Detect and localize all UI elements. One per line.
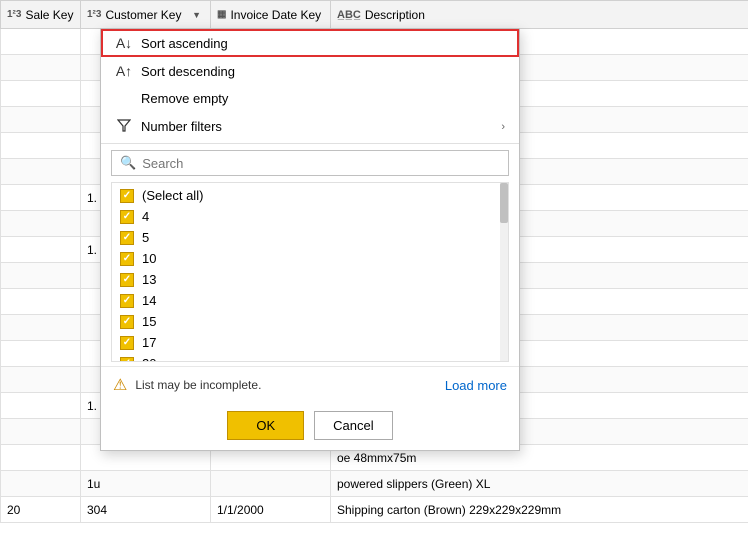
action-buttons: OK Cancel <box>101 403 519 450</box>
ok-button[interactable]: OK <box>227 411 304 440</box>
filter-dropdown: A↓ Sort ascending A↑ Sort descending Rem… <box>100 28 520 451</box>
check-item[interactable]: 15 <box>112 311 508 332</box>
col-header-description: A̲B̲C̲ Description <box>331 1 748 29</box>
check-item[interactable]: 4 <box>112 206 508 227</box>
number-filters-arrow: › <box>501 121 505 133</box>
checkbox-items-container: 4 5 10 13 14 15 17 20 <box>112 206 508 362</box>
col-label-sale: Sale Key <box>25 8 73 22</box>
sort-descending-item[interactable]: A↑ Sort descending <box>101 57 519 85</box>
sort-descending-label: Sort descending <box>141 64 235 79</box>
col-dropdown-customer[interactable]: ▼ <box>189 9 204 21</box>
cell-sale <box>1 341 81 367</box>
cell-sale <box>1 263 81 289</box>
checkbox[interactable] <box>120 294 134 308</box>
cell-customer: 1u <box>81 471 211 497</box>
cell-sale <box>1 107 81 133</box>
cell-sale: 20 <box>1 497 81 523</box>
sort-asc-icon: A↓ <box>115 35 133 51</box>
sort-ascending-label: Sort ascending <box>141 36 228 51</box>
table-header-row: 1²3 Sale Key ▼ 1²3 Customer Key ▼ ▦ <box>1 1 748 29</box>
number-filters-item[interactable]: Number filters › <box>101 112 519 141</box>
cell-sale <box>1 55 81 81</box>
checkbox[interactable] <box>120 231 134 245</box>
cell-invoice <box>211 471 331 497</box>
check-item-label: 10 <box>142 251 156 266</box>
cell-sale <box>1 81 81 107</box>
select-all-label: (Select all) <box>142 188 203 203</box>
checkbox[interactable] <box>120 273 134 287</box>
cell-sale <box>1 159 81 185</box>
warning-text: List may be incomplete. <box>135 378 261 392</box>
warning-footer: ⚠ List may be incomplete. Load more <box>101 366 519 403</box>
select-all-checkbox[interactable] <box>120 189 134 203</box>
cell-sale <box>1 133 81 159</box>
cancel-button[interactable]: Cancel <box>314 411 392 440</box>
sort-ascending-item[interactable]: A↓ Sort ascending <box>101 29 519 57</box>
checkbox-list-inner: (Select all) 4 5 10 13 14 15 17 20 <box>112 183 508 362</box>
check-item-label: 14 <box>142 293 156 308</box>
check-item[interactable]: 5 <box>112 227 508 248</box>
cell-sale <box>1 315 81 341</box>
check-item[interactable]: 10 <box>112 248 508 269</box>
check-item-label: 4 <box>142 209 149 224</box>
sort-desc-icon: A↑ <box>115 63 133 79</box>
table-row: 1u powered slippers (Green) XL <box>1 471 748 497</box>
check-item[interactable]: 13 <box>112 269 508 290</box>
col-label-description: Description <box>365 8 425 22</box>
cell-sale <box>1 237 81 263</box>
menu-divider <box>101 143 519 144</box>
select-all-item[interactable]: (Select all) <box>112 185 508 206</box>
check-item-label: 13 <box>142 272 156 287</box>
filter-icon <box>115 118 133 135</box>
cell-sale <box>1 445 81 471</box>
checkbox[interactable] <box>120 210 134 224</box>
col-label-invoice: Invoice Date Key <box>230 8 321 22</box>
cell-customer: 304 <box>81 497 211 523</box>
cell-sale <box>1 393 81 419</box>
col-type-icon-customer: 1²3 <box>87 9 101 20</box>
check-item[interactable]: 17 <box>112 332 508 353</box>
check-item-label: 5 <box>142 230 149 245</box>
remove-empty-item[interactable]: Remove empty <box>101 85 519 112</box>
checkbox[interactable] <box>120 252 134 266</box>
cell-description: Shipping carton (Brown) 229x229x229mm <box>331 497 748 523</box>
search-box[interactable]: 🔍 <box>111 150 509 176</box>
col-header-sale[interactable]: 1²3 Sale Key ▼ <box>1 1 81 29</box>
col-header-invoice[interactable]: ▦ Invoice Date Key ▼ <box>211 1 331 29</box>
cell-invoice: 1/1/2000 <box>211 497 331 523</box>
col-header-customer[interactable]: 1²3 Customer Key ▼ <box>81 1 211 29</box>
col-type-icon-sale: 1²3 <box>7 9 21 20</box>
number-filters-label: Number filters <box>141 119 222 134</box>
table-container: 1²3 Sale Key ▼ 1²3 Customer Key ▼ ▦ <box>0 0 748 554</box>
col-type-icon-invoice: ▦ <box>217 9 226 20</box>
checkbox-list: (Select all) 4 5 10 13 14 15 17 20 <box>111 182 509 362</box>
cell-sale <box>1 289 81 315</box>
search-input[interactable] <box>142 156 500 171</box>
cell-sale <box>1 419 81 445</box>
checkbox[interactable] <box>120 315 134 329</box>
cell-sale <box>1 29 81 55</box>
cell-description: powered slippers (Green) XL <box>331 471 748 497</box>
warning-icon: ⚠ <box>113 375 127 395</box>
check-item-label: 15 <box>142 314 156 329</box>
check-item-label: 17 <box>142 335 156 350</box>
check-item[interactable]: 14 <box>112 290 508 311</box>
checkbox[interactable] <box>120 357 134 363</box>
checkbox[interactable] <box>120 336 134 350</box>
load-more-link[interactable]: Load more <box>445 378 507 393</box>
cell-sale <box>1 471 81 497</box>
cell-sale <box>1 185 81 211</box>
search-icon: 🔍 <box>120 155 136 171</box>
cell-sale <box>1 367 81 393</box>
check-item-label: 20 <box>142 356 156 362</box>
check-item[interactable]: 20 <box>112 353 508 362</box>
col-dropdown-invoice[interactable]: ▼ <box>325 9 330 21</box>
col-type-icon-description: A̲B̲C̲ <box>337 9 361 21</box>
scrollbar-thumb[interactable] <box>500 183 508 223</box>
col-label-customer: Customer Key <box>105 8 181 22</box>
cell-sale <box>1 211 81 237</box>
table-row: 203041/1/2000Shipping carton (Brown) 229… <box>1 497 748 523</box>
scrollbar-track[interactable] <box>500 183 508 361</box>
remove-empty-label: Remove empty <box>141 91 228 106</box>
